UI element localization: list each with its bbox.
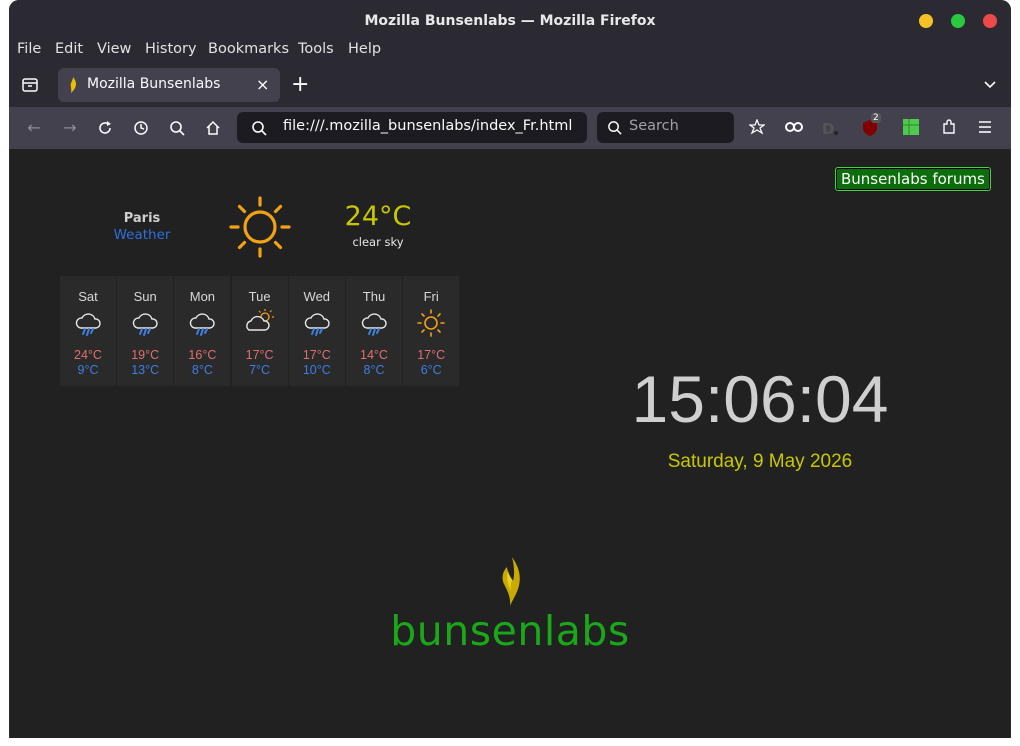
window-title: Mozilla Bunsenlabs — Mozilla Firefox <box>364 13 656 29</box>
reload-icon[interactable] <box>97 120 113 136</box>
flame-favicon-icon <box>70 77 77 93</box>
forward-icon[interactable]: → <box>59 117 81 139</box>
clock: 15:06:04 <box>631 362 889 436</box>
searchbar-search-icon <box>608 121 622 135</box>
forecast-day-label: Sun <box>133 289 157 304</box>
tab-close-icon[interactable]: × <box>256 75 269 94</box>
rain-cloud-icon <box>132 313 158 336</box>
search-placeholder: Search <box>629 118 679 134</box>
browser-window: Mozilla Bunsenlabs — Mozilla Firefox Fil… <box>9 0 1011 738</box>
hamburger-menu-icon[interactable] <box>977 120 993 134</box>
forecast-high: 16°C <box>188 348 217 362</box>
forecast-day-card: Mon 16°C 8°C <box>174 276 231 386</box>
tab-bar: Mozilla Bunsenlabs × + <box>9 64 1011 106</box>
forecast-day-label: Thu <box>362 289 386 304</box>
bunsenlabs-wordmark: bunsenlabs <box>390 607 630 655</box>
list-all-tabs-icon[interactable] <box>983 78 997 92</box>
back-icon[interactable]: ← <box>23 117 45 139</box>
weather-city: Paris <box>123 211 161 226</box>
date: Saturday, 9 May 2026 <box>667 451 853 472</box>
page-content: Bunsenlabs forums Paris Weather 24°C cle… <box>10 149 1010 738</box>
wordmark-part-1: bunsen <box>390 607 544 655</box>
rain-cloud-icon <box>304 313 330 336</box>
forecast-low: 8°C <box>191 363 213 377</box>
title-bar: Mozilla Bunsenlabs — Mozilla Firefox <box>9 0 1011 40</box>
weather-link[interactable]: Weather <box>105 227 179 243</box>
extensions-puzzle-icon[interactable] <box>941 119 957 135</box>
forecast-high: 19°C <box>131 348 160 362</box>
search-icon[interactable] <box>169 120 185 136</box>
menu-file[interactable]: File <box>17 41 41 57</box>
forecast-high: 14°C <box>360 348 388 362</box>
maximize-button[interactable] <box>951 14 965 28</box>
forecast-low: 6°C <box>420 363 442 377</box>
forecast-high: 17°C <box>302 348 331 362</box>
ublock-icon[interactable]: 2 <box>862 113 881 137</box>
forecast-day-card: Thu 14°C 8°C <box>346 276 402 386</box>
search-bar[interactable]: Search <box>597 112 734 143</box>
menu-view[interactable]: View <box>97 41 131 57</box>
tab-overview-icon[interactable] <box>21 76 39 94</box>
rain-cloud-icon <box>75 313 101 336</box>
forecast-low: 7°C <box>249 363 271 377</box>
menu-edit[interactable]: Edit <box>55 41 83 57</box>
darkreader-icon[interactable]: D <box>821 118 841 138</box>
forecast-low: 9°C <box>77 363 99 377</box>
rain-cloud-icon <box>361 313 387 336</box>
tab-title: Mozilla Bunsenlabs <box>87 76 221 92</box>
menu-tools[interactable]: Tools <box>298 41 334 57</box>
forecast-day-label: Wed <box>303 289 331 304</box>
forecast-low: 8°C <box>363 363 385 377</box>
forecast-day-card: Sun 19°C 13°C <box>117 276 174 386</box>
url-bar[interactable]: file:///.mozilla_bunsenlabs/index_Fr.htm… <box>237 112 587 143</box>
svg-text:D: D <box>822 120 834 138</box>
forecast-day-label: Mon <box>189 289 216 304</box>
forecast-low: 10°C <box>302 363 331 377</box>
forecast-day-card: Fri 17°C 6°C <box>403 276 460 386</box>
home-icon[interactable] <box>205 120 221 136</box>
forecast-high: 17°C <box>245 348 274 362</box>
forecast-high: 24°C <box>74 348 102 362</box>
forecast-day-label: Sat <box>78 289 98 304</box>
forecast-high: 17°C <box>417 348 446 362</box>
sun-icon <box>417 309 445 337</box>
current-temperature: 24°C <box>344 201 412 232</box>
rain-cloud-icon <box>190 313 216 336</box>
close-button[interactable] <box>983 14 997 28</box>
ublock-badge: 2 <box>871 113 881 123</box>
menu-history[interactable]: History <box>145 41 197 57</box>
nav-bar: ← → file:///.mozilla_bunsenlabs/index_Fr… <box>9 107 1011 149</box>
tab-active[interactable]: Mozilla Bunsenlabs × <box>58 68 280 102</box>
url-text: file:///.mozilla_bunsenlabs/index_Fr.htm… <box>283 118 573 134</box>
new-tab-button[interactable]: + <box>291 72 309 97</box>
menu-bookmarks[interactable]: Bookmarks <box>208 41 289 57</box>
sun-icon <box>229 196 291 258</box>
menu-help[interactable]: Help <box>348 41 381 57</box>
forecast-day-label: Tue <box>248 289 271 304</box>
menu-bar: File Edit View History Bookmarks Tools H… <box>9 38 1011 62</box>
minimize-button[interactable] <box>919 14 933 28</box>
private-mask-icon[interactable] <box>785 121 803 133</box>
history-clock-icon[interactable] <box>133 120 149 136</box>
pocket-icon[interactable] <box>749 119 765 135</box>
current-condition: clear sky <box>352 235 404 249</box>
wordmark-part-2: labs <box>543 607 630 655</box>
green-extension-icon[interactable] <box>903 119 919 135</box>
url-search-icon <box>252 121 267 136</box>
forecast-day-card: Wed 17°C 10°C <box>288 276 345 386</box>
forecast-day-label: Fri <box>423 289 439 304</box>
forecast-low: 13°C <box>131 363 160 377</box>
sun-cloud-icon <box>245 309 274 331</box>
forums-button[interactable]: Bunsenlabs forums <box>835 167 991 191</box>
forecast-day-card: Sat 24°C 9°C <box>60 276 116 386</box>
forecast-day-card: Tue 17°C 7°C <box>231 276 288 386</box>
bunsenlabs-flame-logo-icon <box>502 557 520 606</box>
